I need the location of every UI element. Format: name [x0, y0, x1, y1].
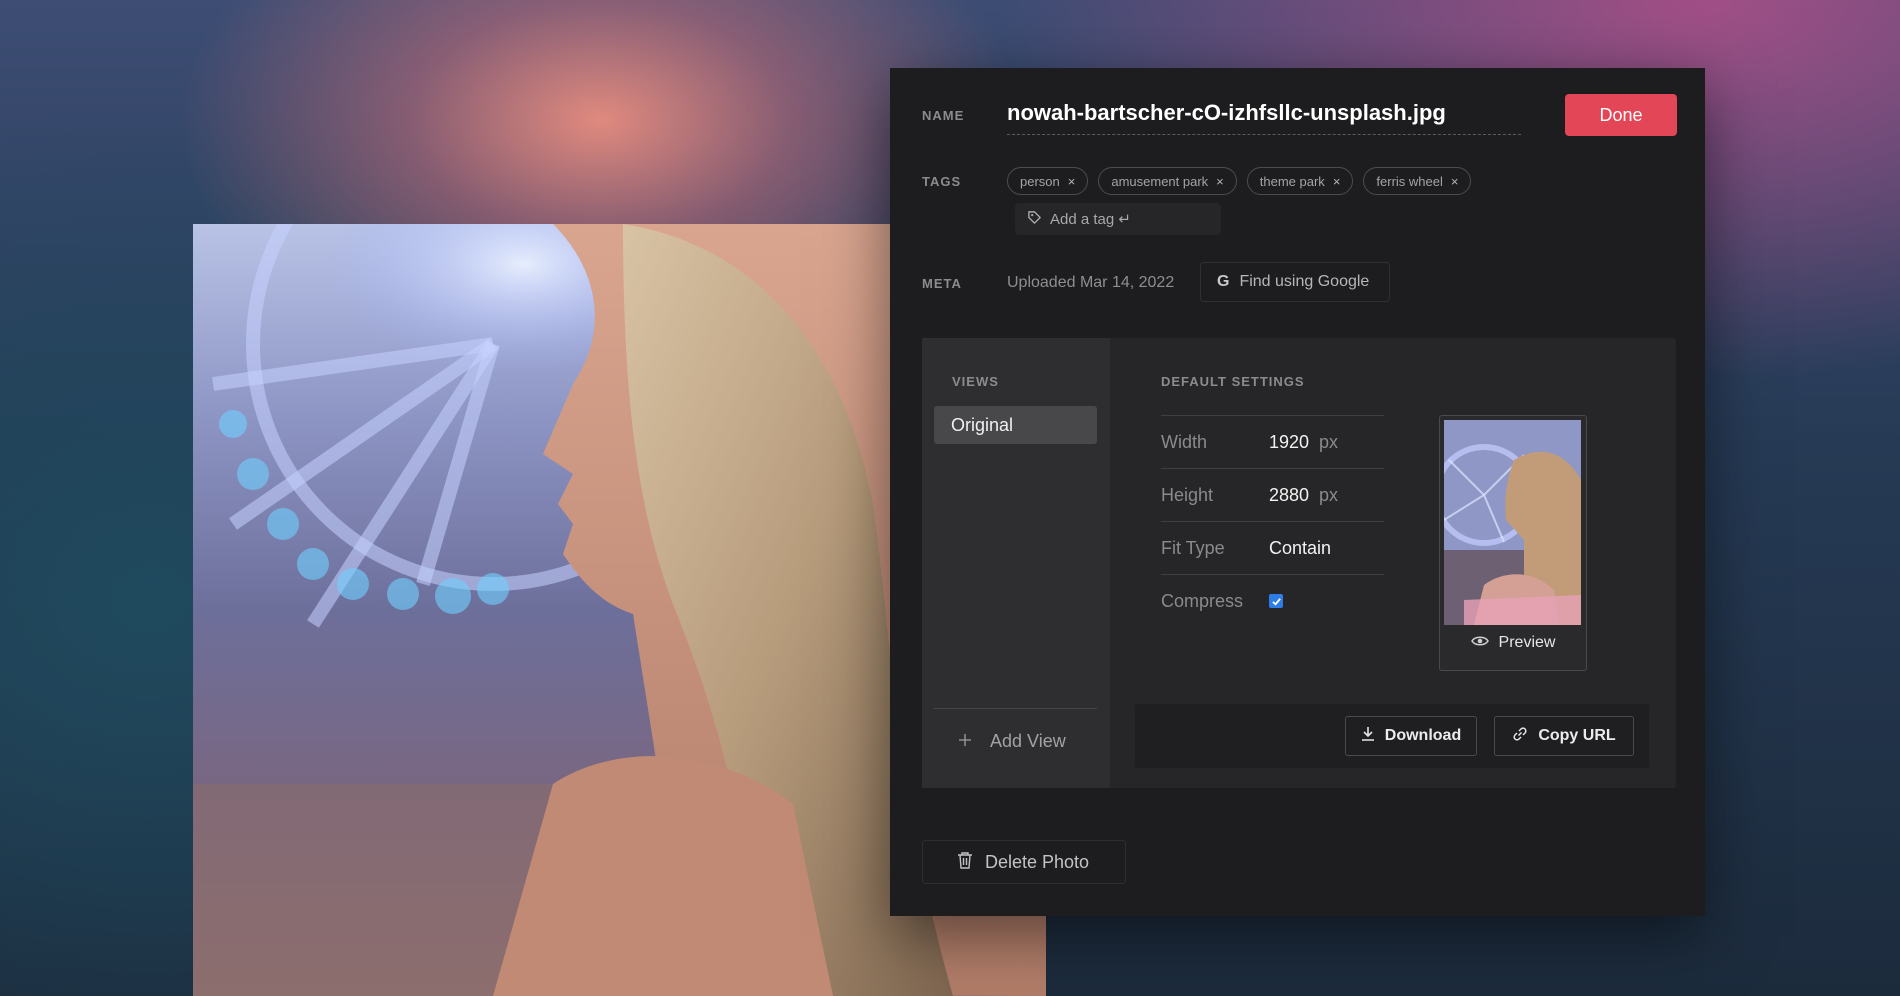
- height-row: Height 2880 px: [1161, 468, 1384, 521]
- plus-icon: [958, 731, 972, 752]
- fit-type-select[interactable]: Contain: [1269, 538, 1331, 559]
- delete-photo-button[interactable]: Delete Photo: [922, 840, 1126, 884]
- fit-type-row: Fit Type Contain: [1161, 521, 1384, 574]
- close-icon[interactable]: ×: [1216, 174, 1224, 189]
- tag-chip: amusement park ×: [1098, 167, 1237, 195]
- tag-label: amusement park: [1111, 173, 1209, 189]
- tag-list: person × amusement park × theme park × f…: [1007, 167, 1472, 195]
- download-button[interactable]: Download: [1345, 716, 1477, 756]
- width-row: Width 1920 px: [1161, 415, 1384, 468]
- views-title: VIEWS: [952, 374, 999, 389]
- close-icon[interactable]: ×: [1068, 174, 1076, 189]
- add-view-label: Add View: [990, 731, 1066, 751]
- tag-label: theme park: [1259, 173, 1325, 189]
- compress-row: Compress: [1161, 574, 1384, 627]
- preview-card[interactable]: Preview: [1439, 415, 1587, 671]
- fit-type-label: Fit Type: [1161, 537, 1225, 558]
- close-icon[interactable]: ×: [1451, 174, 1459, 189]
- copy-url-button[interactable]: Copy URL: [1494, 716, 1634, 756]
- height-input[interactable]: 2880: [1269, 485, 1309, 506]
- google-icon: G: [1217, 273, 1230, 290]
- eye-icon: [1470, 634, 1489, 652]
- find-using-google-button[interactable]: G Find using Google: [1200, 262, 1390, 302]
- height-label: Height: [1161, 484, 1214, 505]
- divider: [934, 708, 1097, 709]
- name-label: NAME: [922, 108, 965, 123]
- width-label: Width: [1161, 431, 1208, 452]
- height-unit: px: [1319, 484, 1339, 505]
- trash-icon: [957, 851, 973, 874]
- tag-icon: [1027, 210, 1042, 229]
- check-icon: [1271, 597, 1281, 606]
- width-input[interactable]: 1920: [1269, 432, 1309, 453]
- view-item-original[interactable]: Original: [934, 406, 1097, 444]
- delete-photo-label: Delete Photo: [985, 851, 1090, 872]
- compress-label: Compress: [1161, 590, 1244, 611]
- preview-button[interactable]: Preview: [1440, 634, 1586, 652]
- preview-label: Preview: [1498, 634, 1556, 651]
- add-tag-label: Add a tag ↵: [1050, 211, 1131, 228]
- find-google-label: Find using Google: [1239, 273, 1370, 290]
- width-unit: px: [1319, 431, 1339, 452]
- filename-field[interactable]: nowah-bartscher-cO-izhfsllc-unsplash.jpg: [1007, 100, 1521, 135]
- settings-table: Width 1920 px Height 2880 px Fit Type Co…: [1161, 415, 1384, 627]
- views-section: VIEWS Original Add View DEFAULT SETTINGS…: [922, 338, 1676, 788]
- download-icon: [1361, 726, 1375, 746]
- uploaded-date: Uploaded Mar 14, 2022: [1007, 274, 1175, 291]
- compress-checkbox[interactable]: [1269, 594, 1283, 608]
- add-view-button[interactable]: Add View: [958, 731, 1066, 752]
- tags-label: TAGS: [922, 174, 962, 189]
- copy-url-label: Copy URL: [1538, 727, 1616, 744]
- views-column: VIEWS Original Add View: [922, 338, 1110, 788]
- action-bar: Download Copy URL: [1135, 704, 1649, 768]
- add-tag-input[interactable]: Add a tag ↵: [1015, 203, 1221, 235]
- done-button[interactable]: Done: [1565, 94, 1677, 136]
- tag-chip: person ×: [1007, 167, 1089, 195]
- preview-thumbnail: [1444, 420, 1581, 625]
- tag-label: person: [1020, 173, 1060, 189]
- tag-chip: theme park ×: [1246, 167, 1354, 195]
- tag-label: ferris wheel: [1376, 173, 1443, 189]
- default-settings-title: DEFAULT SETTINGS: [1161, 374, 1305, 389]
- photo-detail-panel: NAME nowah-bartscher-cO-izhfsllc-unsplas…: [890, 68, 1705, 916]
- tag-chip: ferris wheel ×: [1363, 167, 1472, 195]
- close-icon[interactable]: ×: [1333, 174, 1341, 189]
- download-label: Download: [1384, 727, 1462, 744]
- meta-label: META: [922, 276, 962, 291]
- link-icon: [1512, 726, 1528, 747]
